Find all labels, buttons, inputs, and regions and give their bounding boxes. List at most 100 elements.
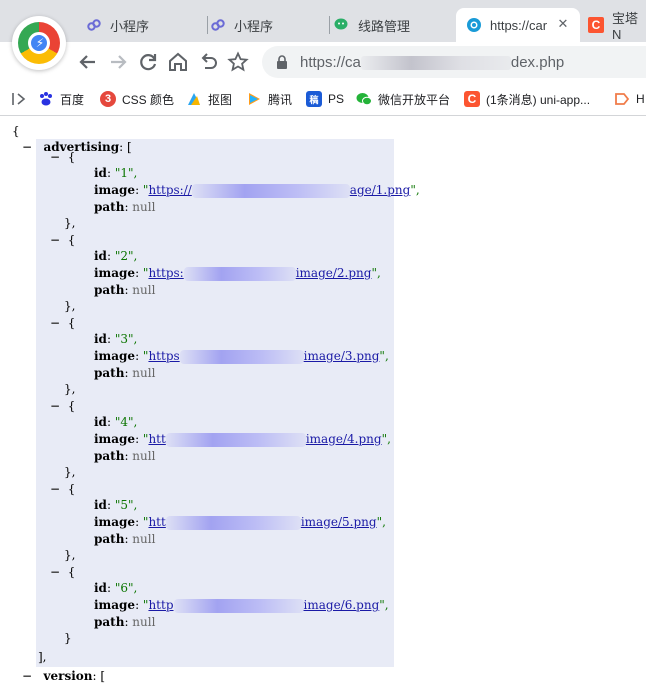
json-open-brace: { (12, 124, 20, 138)
json-value: null (132, 366, 156, 380)
redacted-url (165, 515, 301, 530)
css-icon: 3 (100, 91, 116, 107)
back-button[interactable] (76, 50, 100, 74)
globe-icon (466, 17, 482, 33)
collapse-toggle[interactable]: − (50, 233, 60, 247)
image-row: image: "htt image/4.png", (94, 432, 391, 447)
bookmark-label: H (636, 92, 645, 106)
json-value: "5", (114, 498, 138, 512)
path-row: path: null (94, 366, 156, 380)
json-key: path (94, 366, 125, 380)
bookmark-cutout[interactable]: 抠图 (186, 88, 232, 110)
home-button[interactable] (166, 50, 190, 74)
bookmark-h[interactable]: H (614, 88, 645, 110)
redacted-url (173, 598, 304, 613)
id-row: id: "5", (94, 498, 138, 512)
csdn-icon: C (464, 91, 480, 107)
collapse-toggle[interactable]: − (22, 140, 32, 154)
tab-mini-program-1[interactable]: 小程序 (86, 8, 208, 42)
bookmark-baidu[interactable]: 百度 (38, 88, 84, 110)
json-value: "3", (114, 332, 138, 346)
toolbar: https://ca dex.php (0, 42, 646, 82)
close-tab-icon[interactable]: ✕ (554, 16, 572, 32)
collapse-toggle[interactable]: − (50, 399, 60, 413)
bookmark-label: 抠图 (208, 92, 233, 107)
bookmark-uni-app[interactable]: C (1条消息) uni-app... (464, 88, 590, 110)
image-url-link[interactable]: htt image/4.png (148, 432, 382, 447)
address-bar[interactable]: https://ca dex.php (262, 46, 646, 78)
address-url: https://ca dex.php (300, 53, 565, 71)
id-row: id: "4", (94, 415, 138, 429)
json-key: image (94, 432, 136, 446)
image-url-link[interactable]: htt image/5.png (148, 515, 377, 530)
bookmark-label: 腾讯 (268, 92, 293, 107)
json-viewer: { − advertising: [ − {id: "1", image: "ht… (0, 117, 646, 684)
json-value: null (132, 532, 156, 546)
object-close: }, (64, 216, 76, 230)
image-url-link[interactable]: https image/3.png (148, 349, 379, 364)
tab-mini-program-2[interactable]: 小程序 (210, 8, 330, 42)
object-close: }, (64, 382, 76, 396)
bookmark-label: CSS 颜色 (122, 92, 175, 107)
json-key: image (94, 349, 136, 363)
bookmark-ps[interactable]: 稿 PS (306, 88, 344, 110)
object-open: − { (50, 316, 76, 330)
json-key: id (94, 332, 107, 346)
collapse-toggle[interactable]: − (50, 482, 60, 496)
chrome-logo-icon: ⚡ (12, 16, 66, 70)
bookmark-tencent[interactable]: 腾讯 (246, 88, 292, 110)
image-row: image: "https: image/2.png", (94, 266, 381, 281)
json-key: version (43, 669, 93, 683)
json-value: null (132, 615, 156, 629)
collapse-toggle[interactable]: − (50, 565, 60, 579)
advertising-close: ], (38, 650, 47, 664)
forward-button[interactable] (106, 50, 130, 74)
wechat-icon (334, 17, 350, 33)
object-close: }, (64, 548, 76, 562)
id-row: id: "2", (94, 249, 138, 263)
star-icon[interactable] (226, 50, 250, 74)
image-url-link[interactable]: https://age/1.png (148, 183, 410, 198)
sidebar-toggle-icon[interactable] (10, 88, 28, 110)
object-open: − { (50, 565, 76, 579)
image-url-link[interactable]: https: image/2.png (148, 266, 371, 281)
json-value: null (132, 200, 156, 214)
collapse-toggle[interactable]: − (50, 150, 60, 164)
tab-title: 小程序 (110, 18, 150, 34)
tab-route-management[interactable]: 线路管理 (334, 8, 454, 42)
mini-program-icon (210, 17, 226, 33)
path-row: path: null (94, 615, 156, 629)
image-row: image: "htt image/5.png", (94, 515, 386, 530)
reload-button[interactable] (136, 50, 160, 74)
bookmark-label: 百度 (60, 92, 85, 107)
baidu-icon (38, 91, 54, 107)
json-value: null (132, 449, 156, 463)
bookmark-css-colors[interactable]: 3 CSS 颜色 (100, 88, 174, 110)
json-key: image (94, 183, 136, 197)
wechat-icon (356, 91, 372, 107)
path-row: path: null (94, 449, 156, 463)
undo-icon[interactable] (196, 50, 220, 74)
bookmark-wechat-open[interactable]: 微信开放平台 (356, 88, 450, 110)
json-value: null (132, 283, 156, 297)
id-row: id: "3", (94, 332, 138, 346)
object-close: }, (64, 465, 76, 479)
redacted-url (165, 432, 306, 447)
image-url-link[interactable]: http image/6.png (148, 598, 379, 613)
bookmark-label: PS (328, 92, 345, 106)
json-key: path (94, 532, 125, 546)
object-open: − { (50, 399, 76, 413)
collapse-toggle[interactable]: − (50, 316, 60, 330)
tencent-video-icon (246, 91, 262, 107)
json-value: "6", (114, 581, 138, 595)
object-close: }, (64, 299, 76, 313)
collapse-toggle[interactable]: − (22, 669, 32, 683)
hovered-block-highlight (36, 139, 394, 667)
tab-active[interactable]: https://car ✕ (456, 8, 580, 42)
image-row: image: "http image/6.png", (94, 598, 389, 613)
tab-baota[interactable]: C 宝塔N (588, 8, 646, 42)
csdn-icon: C (588, 17, 604, 33)
image-row: image: "https://age/1.png", (94, 183, 420, 198)
tab-title: 小程序 (234, 18, 274, 34)
json-key: path (94, 283, 125, 297)
